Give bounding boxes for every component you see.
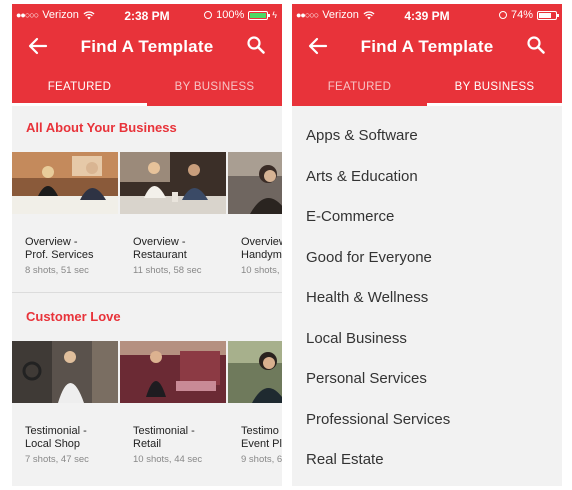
card-title: Testimo Event Pl [241, 425, 282, 450]
video-thumbnail[interactable] [120, 152, 226, 214]
page-title: Find A Template [360, 37, 494, 56]
alarm-icon [204, 11, 213, 19]
charging-icon: ϟ [272, 10, 277, 20]
card-meta: 7 shots, 47 sec [25, 454, 89, 465]
status-bar: ●●○○○ Verizon 4:39 PM 74% [292, 4, 562, 26]
card-meta: 8 shots, 51 sec [25, 265, 89, 276]
category-local-business[interactable]: Local Business [292, 319, 562, 360]
page-title: Find A Template [80, 37, 214, 56]
tab-by-business[interactable]: BY BUSINESS [147, 68, 282, 106]
category-good-for-everyone[interactable]: Good for Everyone [292, 238, 562, 279]
template-card[interactable]: Overview -Handym 10 shots, [228, 152, 282, 276]
card-title: Overview - Restaurant [133, 236, 187, 261]
battery-icon [248, 10, 271, 20]
tab-by-business[interactable]: BY BUSINESS [427, 68, 562, 106]
section-customer-love: Customer Love Testimonial - Local Shop 7 … [12, 293, 282, 465]
section-title: All About Your Business [26, 120, 177, 135]
app-bar: Find A Template [12, 26, 282, 68]
section-title: Customer Love [26, 309, 121, 324]
tab-bar: FEATURED BY BUSINESS [292, 68, 562, 106]
video-thumbnail[interactable] [12, 341, 118, 403]
video-thumbnail[interactable] [12, 152, 118, 214]
video-thumbnail[interactable] [228, 341, 282, 403]
template-card[interactable]: Testimo Event Pl 9 shots, 6 [228, 341, 282, 465]
card-meta: 9 shots, 6 [241, 454, 282, 465]
alarm-icon [498, 11, 507, 19]
template-card[interactable]: Testimonial - Local Shop 7 shots, 47 sec [12, 341, 120, 465]
battery-icon [537, 10, 559, 20]
tab-indicator [12, 103, 147, 106]
card-meta: 10 shots, 44 sec [133, 454, 203, 465]
category-e-commerce[interactable]: E-Commerce [292, 197, 562, 238]
section-all-about: All About Your Business Overview - Prof. … [12, 106, 282, 293]
template-card[interactable]: Testimonial - Retail 10 shots, 44 sec [120, 341, 228, 465]
card-meta: 10 shots, [241, 265, 280, 276]
status-bar: ●●○○○ Verizon 2:38 PM 100% ϟ [12, 4, 282, 26]
category-arts-education[interactable]: Arts & Education [292, 157, 562, 198]
video-thumbnail[interactable] [120, 341, 226, 403]
battery-percent: 74% [510, 9, 533, 21]
header: ●●○○○ Verizon 4:39 PM 74% Find A Templat… [292, 4, 562, 106]
category-real-estate[interactable]: Real Estate [292, 440, 562, 481]
business-category-list: Apps & Software Arts & Education E-Comme… [292, 106, 562, 481]
template-card[interactable]: Overview - Prof. Services 8 shots, 51 sec [12, 152, 120, 276]
card-title: Testimonial - Retail [133, 425, 195, 450]
search-icon[interactable] [244, 33, 268, 57]
battery-percent: 100% [216, 9, 245, 21]
category-professional-services[interactable]: Professional Services [292, 400, 562, 441]
card-title: Overview -Handym [241, 236, 282, 261]
category-personal-services[interactable]: Personal Services [292, 359, 562, 400]
tab-bar: FEATURED BY BUSINESS [12, 68, 282, 106]
header: ●●○○○ Verizon 2:38 PM 100% ϟ Find A Temp… [12, 4, 282, 106]
app-bar: Find A Template [292, 26, 562, 68]
category-health-wellness[interactable]: Health & Wellness [292, 278, 562, 319]
video-thumbnail[interactable] [228, 152, 282, 214]
featured-screen: ●●○○○ Verizon 2:38 PM 100% ϟ Find A Temp… [12, 4, 282, 486]
tab-featured[interactable]: FEATURED [12, 68, 147, 106]
tab-indicator [427, 103, 562, 106]
card-title: Overview - Prof. Services [25, 236, 94, 261]
by-business-screen: ●●○○○ Verizon 4:39 PM 74% Find A Templat… [292, 4, 562, 486]
category-apps-software[interactable]: Apps & Software [292, 116, 562, 157]
tab-featured[interactable]: FEATURED [292, 68, 427, 106]
template-card[interactable]: Overview - Restaurant 11 shots, 58 sec [120, 152, 228, 276]
card-title: Testimonial - Local Shop [25, 425, 87, 450]
search-icon[interactable] [524, 33, 548, 57]
card-meta: 11 shots, 58 sec [133, 265, 202, 276]
